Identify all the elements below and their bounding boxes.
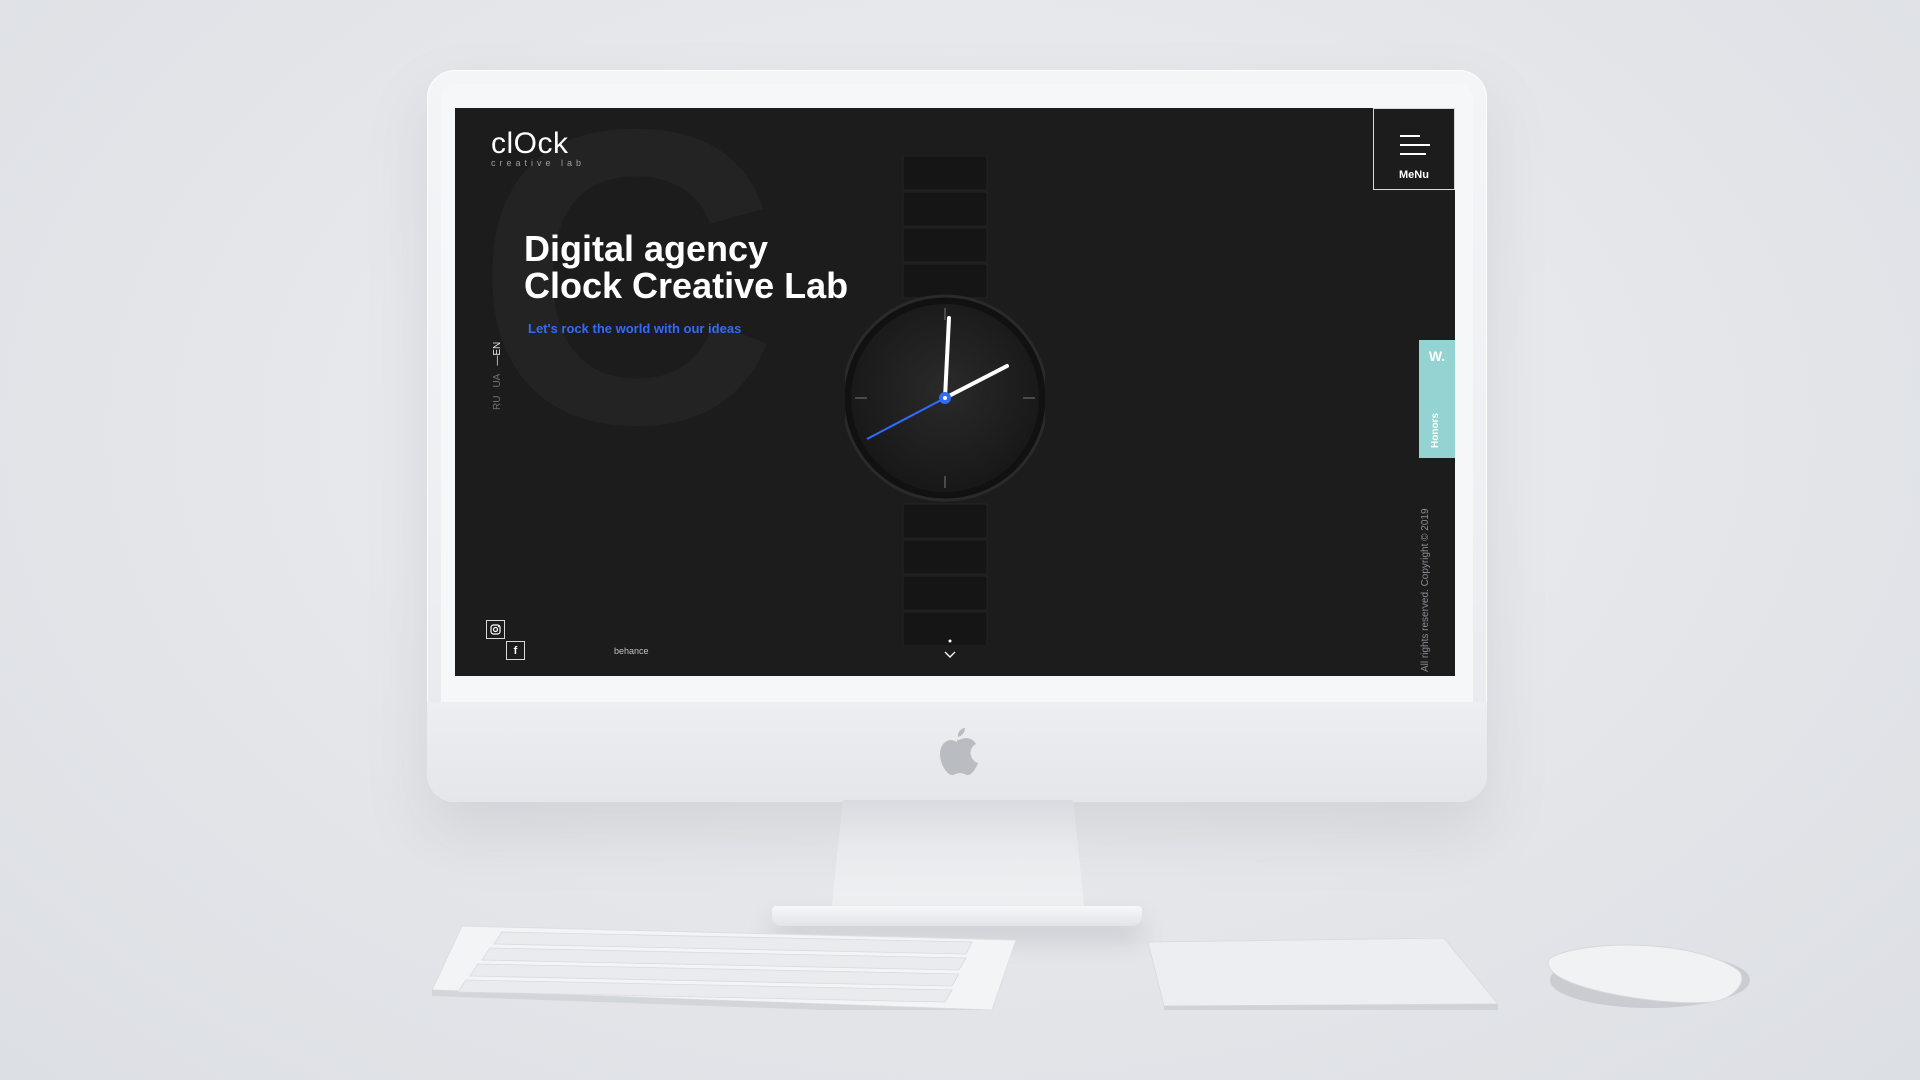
lang-ua[interactable]: UA <box>492 374 503 388</box>
copyright-text: All rights reserved. Copyright © 2019 <box>1420 508 1431 672</box>
desktop-scene: C clOck creative lab Digital agency Cloc… <box>0 0 1920 1080</box>
behance-link[interactable]: behance <box>614 646 649 656</box>
logo-subtitle: creative lab <box>491 158 586 168</box>
scroll-down-indicator[interactable] <box>943 638 957 664</box>
lang-en-label: EN <box>492 341 503 356</box>
hero-tagline: Let's rock the world with our ideas <box>528 321 742 336</box>
honors-tab[interactable]: W. Honors <box>1419 340 1455 458</box>
language-switcher: RU UA —EN <box>492 342 503 410</box>
chevron-down-icon <box>944 651 956 658</box>
website-screen: C clOck creative lab Digital agency Cloc… <box>455 108 1455 676</box>
keyboard <box>432 925 1016 1010</box>
site-logo[interactable]: clOck creative lab <box>491 127 586 169</box>
apple-logo-icon <box>940 728 978 775</box>
facebook-link[interactable]: f <box>506 641 525 660</box>
lang-ru[interactable]: RU <box>492 396 503 410</box>
menu-button[interactable]: MeNu <box>1373 108 1455 190</box>
facebook-icon: f <box>513 645 518 657</box>
trackpad <box>1147 938 1498 1010</box>
logo-wordmark: clOck <box>491 127 569 160</box>
instagram-icon <box>490 624 501 635</box>
hamburger-icon <box>1400 135 1430 162</box>
watch-product-image <box>845 156 1045 646</box>
magic-mouse <box>1547 944 1750 1008</box>
social-links: f <box>486 620 526 662</box>
honors-badge: W. <box>1428 348 1446 364</box>
instagram-link[interactable] <box>486 620 505 639</box>
menu-label: MeNu <box>1399 169 1429 181</box>
honors-label: Honors <box>1430 413 1441 448</box>
lang-en[interactable]: —EN <box>492 342 503 366</box>
